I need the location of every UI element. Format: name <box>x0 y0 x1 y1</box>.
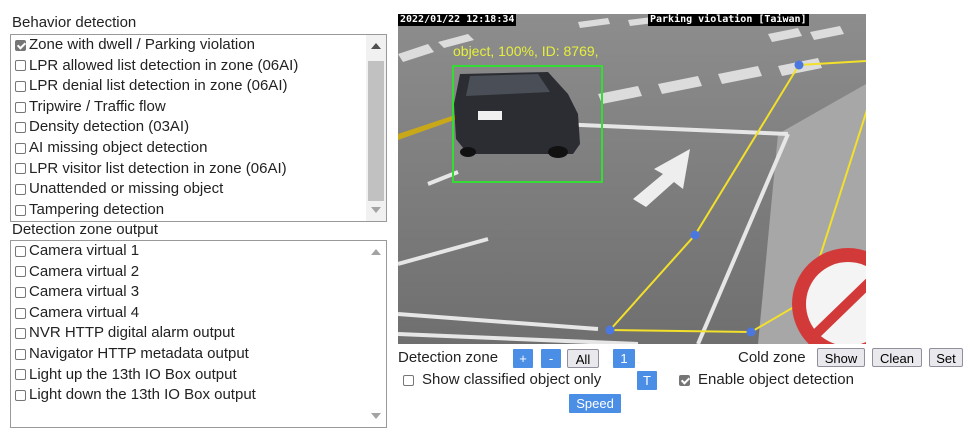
camera-scene <box>398 14 866 344</box>
scroll-thumb[interactable] <box>368 61 384 201</box>
show-classified-checkbox[interactable] <box>403 375 414 386</box>
video-timestamp: 2022/01/22 12:18:34 <box>398 14 517 26</box>
behavior-item[interactable]: Density detection (03AI) <box>11 117 366 138</box>
behavior-label: Density detection (03AI) <box>29 118 190 136</box>
output-items: Camera virtual 1 Camera virtual 2 Camera v… <box>11 241 366 406</box>
behavior-label: AI missing object detection <box>29 138 208 156</box>
behavior-item[interactable]: AI missing object detection <box>11 138 366 159</box>
output-checkbox[interactable] <box>15 286 26 298</box>
behavior-label: LPR visitor list detection in zone (06AI… <box>29 159 287 177</box>
behavior-label: Zone with dwell / Parking violation <box>29 36 255 53</box>
zone-vertex[interactable] <box>746 327 756 337</box>
output-item[interactable]: Light down the 13th IO Box output <box>11 385 366 406</box>
behavior-checkbox[interactable] <box>15 142 26 154</box>
output-item[interactable]: Camera virtual 3 <box>11 282 366 303</box>
behavior-checkbox[interactable] <box>15 39 26 51</box>
output-scrollbar[interactable] <box>366 241 386 427</box>
behavior-label: LPR allowed list detection in zone (06AI… <box>29 56 299 74</box>
detection-label: object, 100%, ID: 8769, <box>453 43 599 59</box>
output-label: Navigator HTTP metadata output <box>29 344 249 362</box>
output-checkbox[interactable] <box>15 389 26 401</box>
behavior-detection-list[interactable]: Zone with dwell / Parking violation LPR a… <box>10 34 387 222</box>
behavior-checkbox[interactable] <box>15 60 26 72</box>
output-label: Camera virtual 3 <box>29 283 140 301</box>
cold-zone-set-button[interactable]: Set <box>929 348 963 367</box>
behavior-checkbox[interactable] <box>15 80 26 92</box>
output-checkbox[interactable] <box>15 369 26 381</box>
behavior-label: LPR denial list detection in zone (06AI) <box>29 77 288 95</box>
output-checkbox[interactable] <box>15 328 26 340</box>
behavior-items: Zone with dwell / Parking violation LPR a… <box>11 35 366 220</box>
cold-zone-show-button[interactable]: Show <box>817 348 865 367</box>
behavior-checkbox[interactable] <box>15 183 26 195</box>
all-zones-button[interactable]: All <box>567 349 599 368</box>
remove-zone-button[interactable]: - <box>541 349 561 368</box>
add-zone-button[interactable]: + <box>513 349 533 368</box>
detection-zone-label: Detection zone <box>398 349 499 366</box>
detection-zone-output-title: Detection zone output <box>12 221 158 238</box>
output-label: NVR HTTP digital alarm output <box>29 324 235 342</box>
behavior-scrollbar[interactable] <box>366 35 386 221</box>
behavior-checkbox[interactable] <box>15 163 26 175</box>
output-checkbox[interactable] <box>15 266 26 278</box>
cold-zone-label: Cold zone <box>738 349 806 366</box>
enable-object-detection-label: Enable object detection <box>698 371 854 388</box>
show-classified-label: Show classified object only <box>422 371 602 388</box>
output-checkbox[interactable] <box>15 348 26 360</box>
output-checkbox[interactable] <box>15 245 26 257</box>
scroll-up-arrow-icon[interactable] <box>371 43 381 49</box>
camera-title: Parking violation [Taiwan] <box>648 14 809 26</box>
output-label: Camera virtual 4 <box>29 303 140 321</box>
t-button[interactable]: T <box>637 371 657 390</box>
scroll-down-arrow-icon[interactable] <box>371 207 381 213</box>
output-label: Camera virtual 2 <box>29 262 140 280</box>
output-item[interactable]: Camera virtual 1 <box>11 241 366 262</box>
zone-vertex[interactable] <box>605 325 615 335</box>
behavior-item[interactable]: LPR allowed list detection in zone (06AI… <box>11 56 366 77</box>
speed-button[interactable]: Speed <box>569 394 621 413</box>
output-label: Light up the 13th IO Box output <box>29 365 237 383</box>
output-label: Light down the 13th IO Box output <box>29 386 256 404</box>
behavior-label: Unattended or missing object <box>29 180 224 198</box>
detection-zone-output-list[interactable]: Camera virtual 1 Camera virtual 2 Camera v… <box>10 240 387 428</box>
behavior-label: Tampering detection <box>29 200 165 218</box>
behavior-item[interactable]: LPR denial list detection in zone (06AI) <box>11 76 366 97</box>
output-item[interactable]: NVR HTTP digital alarm output <box>11 323 366 344</box>
cold-zone-clean-button[interactable]: Clean <box>872 348 922 367</box>
output-item[interactable]: Camera virtual 2 <box>11 262 366 283</box>
output-item[interactable]: Navigator HTTP metadata output <box>11 344 366 365</box>
output-checkbox[interactable] <box>15 307 26 319</box>
behavior-item[interactable]: Tripwire / Traffic flow <box>11 97 366 118</box>
behavior-checkbox[interactable] <box>15 101 26 113</box>
behavior-item[interactable]: Zone with dwell / Parking violation <box>11 35 366 56</box>
camera-video-view[interactable]: 2022/01/22 12:18:34 Parking violation [T… <box>398 14 866 344</box>
enable-object-detection-checkbox[interactable] <box>679 375 690 386</box>
output-label: Camera virtual 1 <box>29 242 140 259</box>
output-item[interactable]: Light up the 13th IO Box output <box>11 365 366 386</box>
behavior-label: Tripwire / Traffic flow <box>29 97 166 115</box>
behavior-detection-title: Behavior detection <box>12 14 137 31</box>
behavior-checkbox[interactable] <box>15 122 26 134</box>
behavior-item[interactable]: Unattended or missing object <box>11 179 366 200</box>
zone-vertex[interactable] <box>690 230 700 240</box>
output-item[interactable]: Camera virtual 4 <box>11 303 366 324</box>
behavior-item[interactable]: Tampering detection <box>11 200 366 221</box>
zone-vertex[interactable] <box>794 60 804 70</box>
scroll-down-arrow-icon[interactable] <box>371 413 381 419</box>
zone-number-button[interactable]: 1 <box>613 349 635 368</box>
behavior-item[interactable]: LPR visitor list detection in zone (06AI… <box>11 159 366 180</box>
scroll-up-arrow-icon[interactable] <box>371 249 381 255</box>
behavior-checkbox[interactable] <box>15 204 26 216</box>
